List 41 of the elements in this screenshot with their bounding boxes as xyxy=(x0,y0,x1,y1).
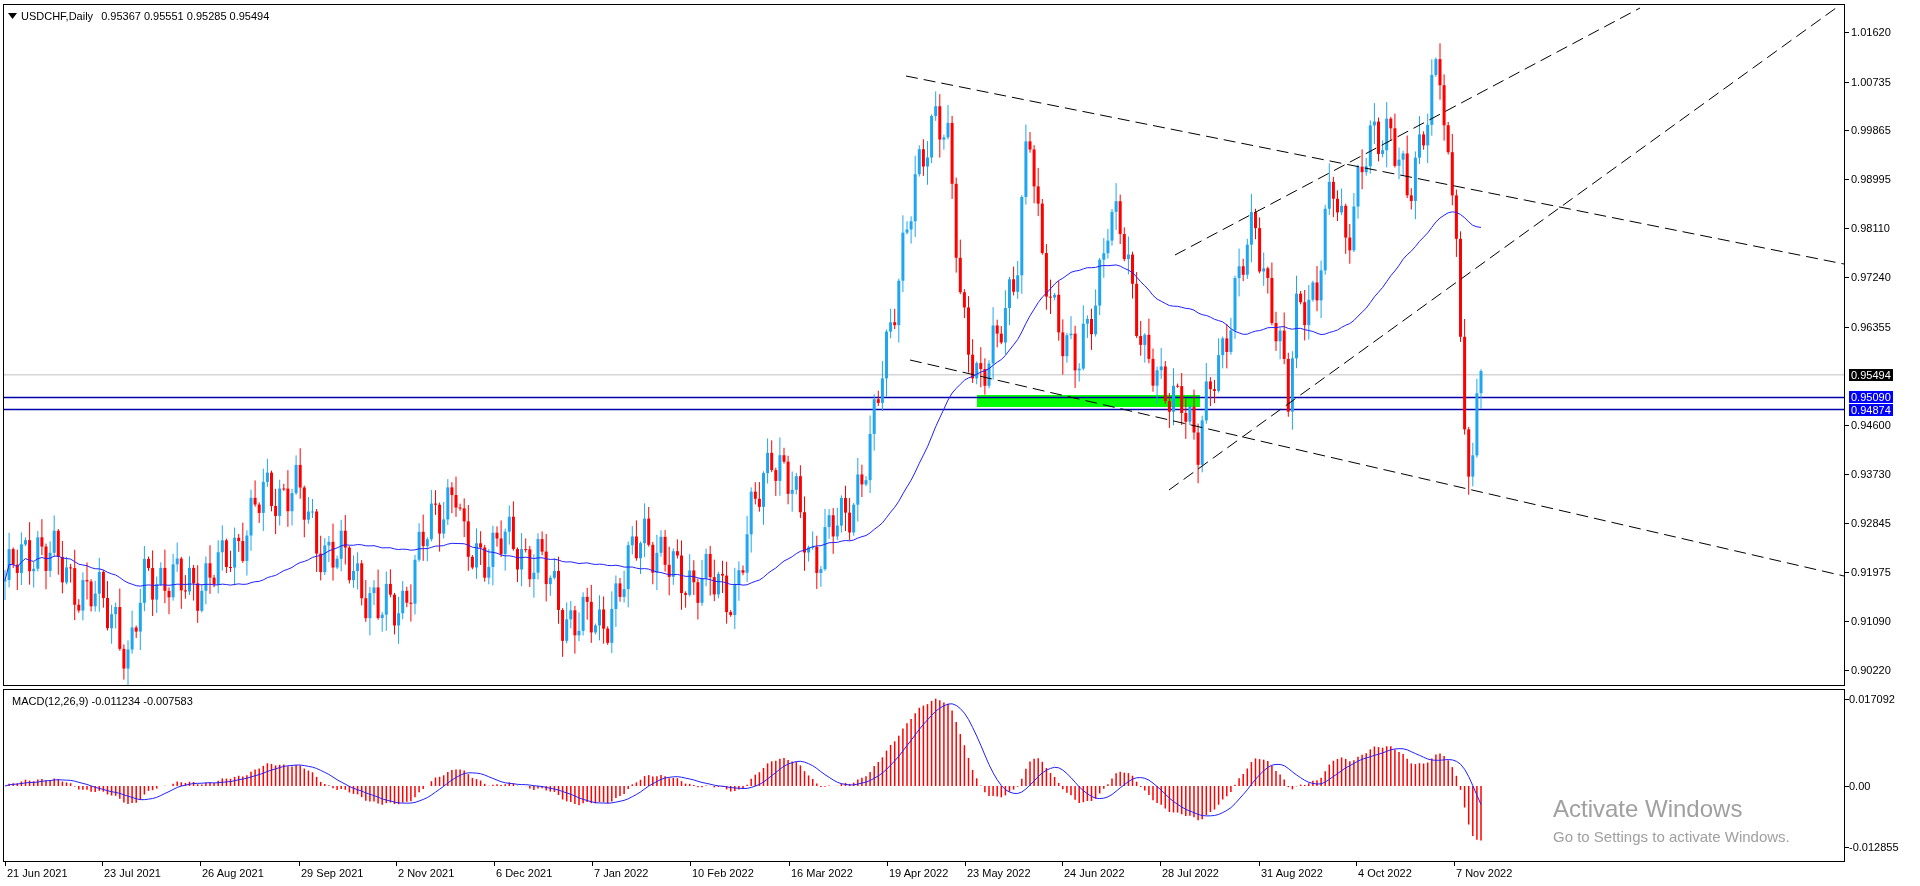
price-axis-label: 0.92845 xyxy=(1851,517,1891,530)
date-axis-label: 2 Nov 2021 xyxy=(398,866,455,881)
price-axis-label: 0.98110 xyxy=(1851,222,1890,235)
date-axis-label: 31 Aug 2022 xyxy=(1261,866,1323,881)
date-axis-label: 23 May 2022 xyxy=(967,866,1031,881)
price-tag: 0.95090 xyxy=(1849,391,1893,404)
date-axis-label: 19 Apr 2022 xyxy=(889,866,949,881)
price-axis-label: 1.00735 xyxy=(1851,75,1891,88)
price-axis-label: 0.94600 xyxy=(1851,418,1891,431)
price-axis-label: 1.01620 xyxy=(1851,26,1891,38)
price-tag: 0.95494 xyxy=(1849,368,1893,381)
indicator-axis-label: 0.00 xyxy=(1849,780,1871,792)
date-axis-label: 7 Nov 2022 xyxy=(1456,866,1513,881)
date-axis-label: 29 Sep 2021 xyxy=(301,866,364,881)
activation-subtitle: Go to Settings to activate Windows. xyxy=(1553,827,1790,847)
price-tag: 0.94874 xyxy=(1849,403,1893,416)
price-axis-label: 0.91975 xyxy=(1851,565,1891,578)
price-axis-label: 0.97240 xyxy=(1851,271,1891,284)
price-axis-label: 0.90220 xyxy=(1851,664,1891,676)
price-axis-label: 0.99865 xyxy=(1851,124,1891,137)
indicator-axis-label: -0.012855 xyxy=(1849,841,1899,853)
date-axis-label: 26 Aug 2021 xyxy=(202,866,264,881)
date-axis-label: 28 Jul 2022 xyxy=(1162,866,1219,881)
date-axis-label: 7 Jan 2022 xyxy=(594,866,649,881)
date-axis-label: 4 Oct 2022 xyxy=(1358,866,1412,881)
price-axis-label: 0.98995 xyxy=(1851,172,1891,185)
date-axis-label: 21 Jun 2021 xyxy=(7,866,68,881)
symbol-label: USDCHF,Daily xyxy=(21,9,94,24)
price-axis-label: 0.91090 xyxy=(1851,615,1891,628)
price-axis-label: 0.93730 xyxy=(1851,467,1891,480)
ohlc-values: 0.95367 0.95551 0.95285 0.95494 xyxy=(101,9,270,24)
indicator-title: MACD(12,26,9) -0.011234 -0.007583 xyxy=(12,694,193,709)
activation-title: Activate Windows xyxy=(1553,795,1744,823)
price-axis-label: 0.96355 xyxy=(1851,320,1891,333)
indicator-axis-label: 0.017092 xyxy=(1849,693,1895,705)
date-axis-label: 24 Jun 2022 xyxy=(1064,866,1125,881)
date-axis-label: 16 Mar 2022 xyxy=(791,866,853,881)
date-axis-label: 10 Feb 2022 xyxy=(692,866,754,881)
date-axis-label: 6 Dec 2021 xyxy=(496,866,553,881)
date-axis-label: 23 Jul 2021 xyxy=(104,866,161,881)
dropdown-caret-icon[interactable] xyxy=(8,13,17,20)
